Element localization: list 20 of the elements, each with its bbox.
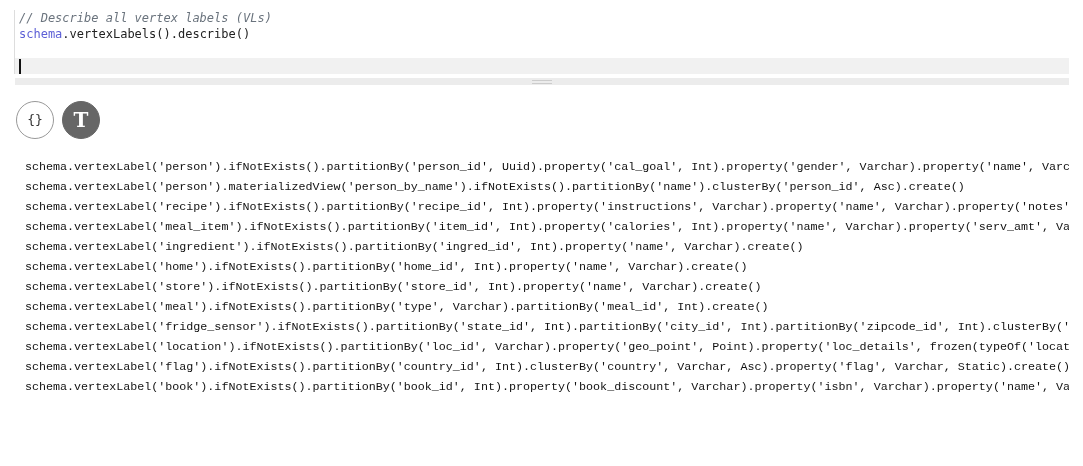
- text-view-button[interactable]: T: [62, 101, 100, 139]
- output-line: schema.vertexLabel('home').ifNotExists().partitionBy('home_id', Int).property('name', Varchar).create(): [25, 259, 749, 276]
- output-line: schema.vertexLabel('meal_item').ifNotExists().partitionBy('item_id', Int).property('calories', Int).property('name', Varchar).property('serv_amt', Va: [25, 219, 1069, 236]
- output-line: schema.vertexLabel('meal').ifNotExists().partitionBy('type', Varchar).partitionBy('meal_id', Int).create(): [25, 299, 770, 316]
- output-line: schema.vertexLabel('ingredient').ifNotExists().partitionBy('ingred_id', Int).property('name', Varchar).create(): [25, 239, 805, 256]
- output-line: schema.vertexLabel('fridge_sensor').ifNotExists().partitionBy('state_id', Int).partitionBy('city_id', Int).partitionBy('zipcode_id', Int).clusterBy(': [25, 319, 1069, 336]
- output-line: schema.vertexLabel('recipe').ifNotExists().partitionBy('recipe_id', Int).property('instructions', Varchar).property('name', Varchar).property('notes': [25, 199, 1069, 216]
- output-line: schema.vertexLabel('store').ifNotExists().partitionBy('store_id', Int).property('name', Varchar).create(): [25, 279, 763, 296]
- code-comment: // Describe all vertex labels (VLs): [19, 11, 272, 25]
- resize-bar[interactable]: [15, 78, 1069, 85]
- output-line: schema.vertexLabel('book').ifNotExists().partitionBy('book_id', Int).property('book_discount', Varchar).property('isbn', Varchar).property('name', Va: [25, 379, 1069, 396]
- output-line: schema.vertexLabel('person').ifNotExists().partitionBy('person_id', Uuid).property('cal_goal', Int).property('gender', Varchar).property('name', Varc: [25, 159, 1069, 176]
- code-keyword: schema: [19, 27, 63, 41]
- output-line: schema.vertexLabel('location').ifNotExists().partitionBy('loc_id', Varchar).property('geo_point', Point).property('loc_details', frozen(typeOf('locat: [25, 339, 1069, 356]
- code-text: .vertexLabels().describe(): [62, 27, 251, 41]
- output-line: schema.vertexLabel('person').materializedView('person_by_name').ifNotExists().partitionBy('name').clusterBy('person_id', Asc).create(): [25, 179, 966, 196]
- grip-icon: [532, 79, 552, 84]
- output-line: schema.vertexLabel('flag').ifNotExists().partitionBy('country_id', Int).clusterBy('country', Varchar, Asc).property('flag', Varchar, Static).create(): [25, 359, 1069, 376]
- text-cursor: [19, 59, 21, 74]
- json-view-button[interactable]: {}: [16, 101, 54, 139]
